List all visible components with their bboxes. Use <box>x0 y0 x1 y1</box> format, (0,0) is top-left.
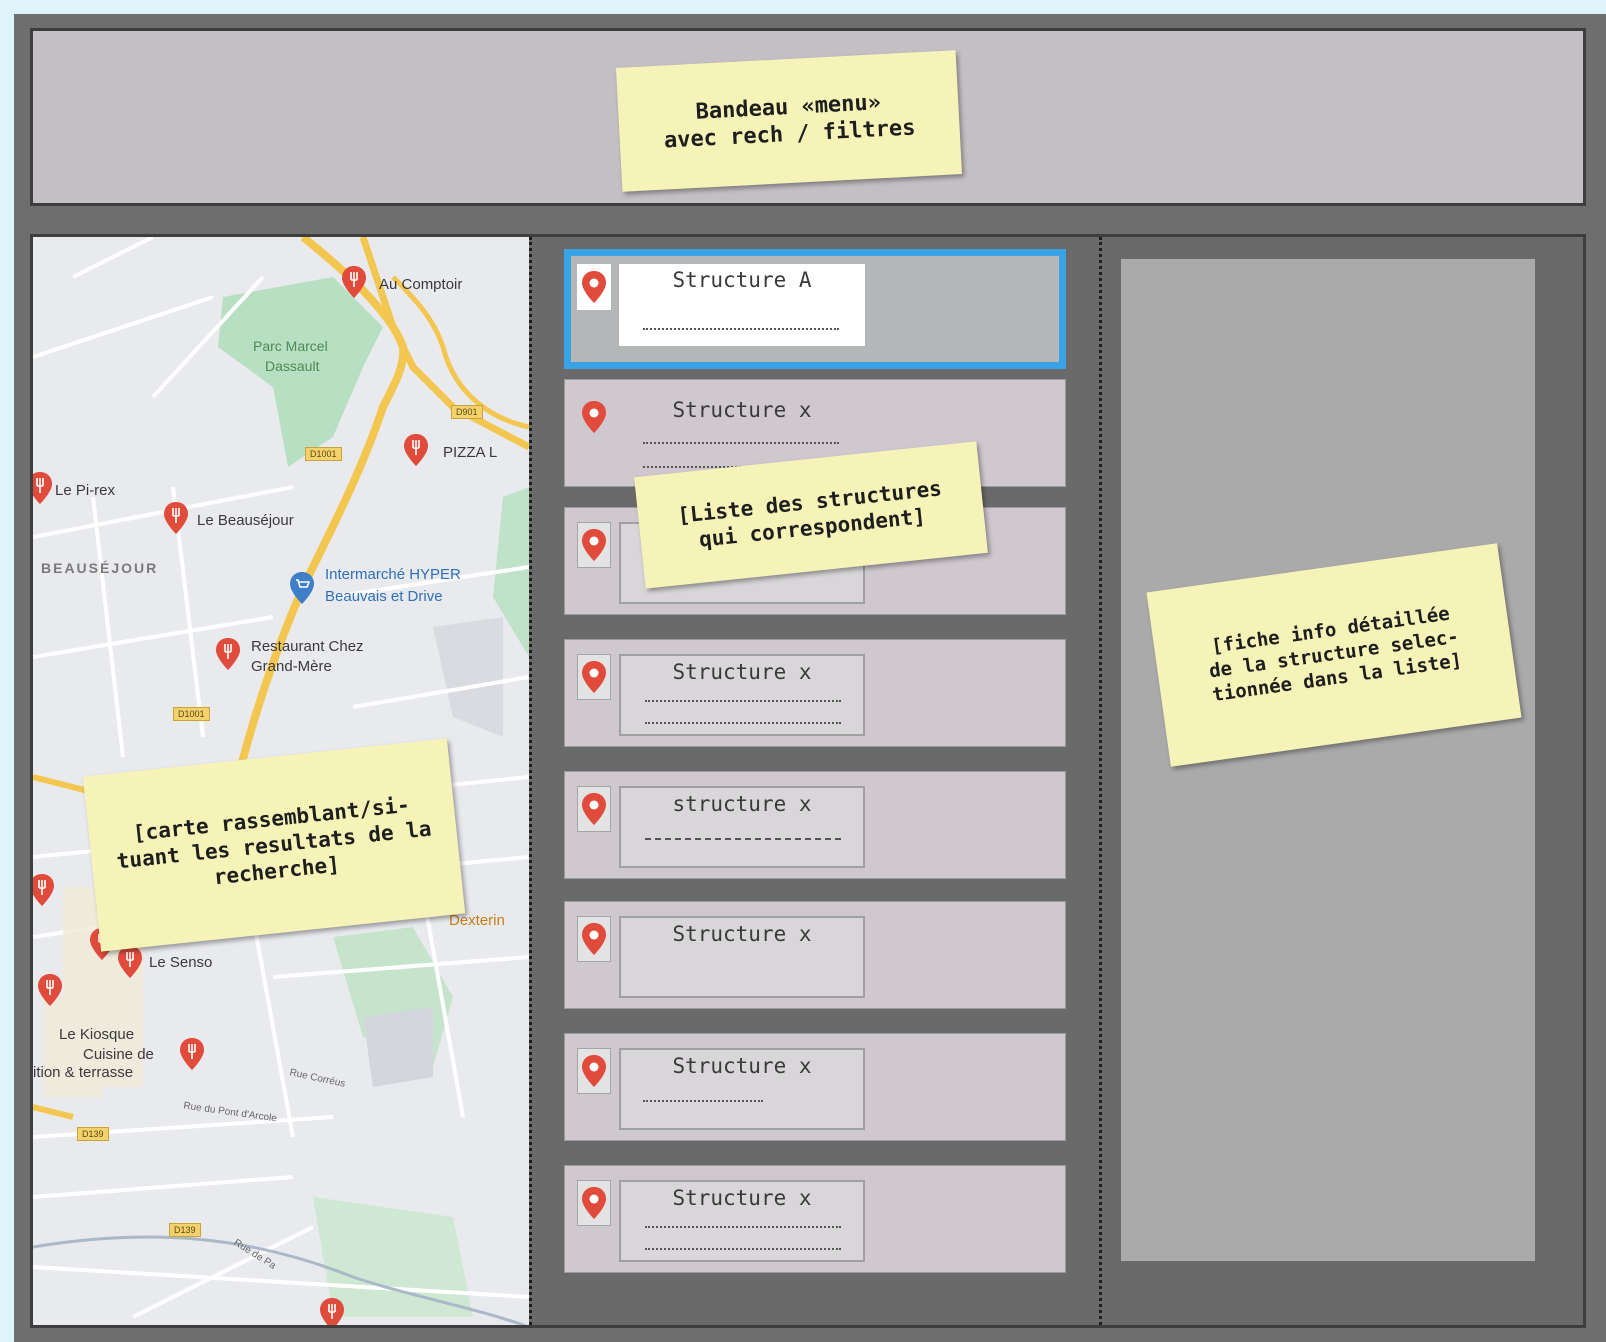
map-pin-icon <box>582 401 606 433</box>
block <box>363 1007 433 1087</box>
place-label: Cuisine de <box>83 1046 154 1063</box>
placeholder-line <box>643 328 839 330</box>
place-label: Dexterin <box>449 912 505 929</box>
restaurant-pin-icon[interactable] <box>33 873 55 907</box>
place-label: Grand-Mère <box>251 658 332 675</box>
item-card: Structure x <box>619 1048 865 1130</box>
major-road <box>359 237 529 451</box>
header-menu-bar[interactable]: Bandeau «menu» avec rech / filtres <box>30 28 1586 206</box>
item-title: Structure x <box>672 922 812 946</box>
park-label: Parc Marcel <box>253 338 328 354</box>
restaurant-pin-icon[interactable] <box>179 1037 205 1071</box>
district-label: BEAUSÉJOUR <box>41 560 159 576</box>
placeholder-line <box>645 1226 841 1228</box>
pin-box <box>577 786 611 832</box>
item-title: Structure x <box>672 398 812 422</box>
restaurant-pin-icon[interactable] <box>403 433 429 467</box>
restaurant-pin-icon[interactable] <box>37 973 63 1007</box>
detail-annotation-note: [fiche info détaillée de la structure se… <box>1146 543 1522 767</box>
restaurant-pin-icon[interactable] <box>215 637 241 671</box>
map-pin-icon <box>582 923 606 955</box>
road-number-badge: D139 <box>169 1223 201 1237</box>
store-label: Beauvais et Drive <box>325 588 443 605</box>
list-item[interactable]: Structure x <box>564 901 1066 1009</box>
place-label: ition & terrasse <box>33 1064 134 1081</box>
pin-box <box>577 654 611 700</box>
pin-box <box>577 522 611 568</box>
placeholder-line <box>643 442 839 444</box>
placeholder-line <box>645 838 841 840</box>
road-number-badge: D139 <box>77 1127 109 1141</box>
place-label: Le Beauséjour <box>197 512 294 529</box>
column-divider <box>1099 237 1102 1325</box>
place-label: Le Kiosque <box>59 1026 135 1043</box>
item-title: structure x <box>672 792 812 816</box>
block <box>433 617 503 737</box>
item-card: Structure x <box>619 654 865 736</box>
pin-box <box>577 1180 611 1226</box>
header-annotation-note: Bandeau «menu» avec rech / filtres <box>615 50 963 192</box>
map-pin-icon <box>582 793 606 825</box>
pin-box <box>577 1048 611 1094</box>
map-pin-icon <box>582 271 606 303</box>
store-label: Intermarché HYPER <box>325 566 461 583</box>
map-pin-icon <box>582 661 606 693</box>
placeholder-line <box>643 1100 763 1102</box>
item-card: Structure x <box>619 916 865 998</box>
park-label: Dassault <box>265 358 320 374</box>
road-number-badge: D901 <box>451 405 483 419</box>
place-label: Le Pi-rex <box>55 482 116 499</box>
map-pin-icon <box>582 1187 606 1219</box>
item-card: structure x <box>619 786 865 868</box>
map-pin-icon <box>582 529 606 561</box>
major-road <box>33 1104 74 1120</box>
list-item[interactable]: Structure x <box>564 1033 1066 1141</box>
item-title: Structure x <box>672 1186 812 1210</box>
placeholder-line <box>645 1248 841 1250</box>
detail-panel: [fiche info détaillée de la structure se… <box>1121 259 1535 1261</box>
road-number-badge: D1001 <box>173 707 210 721</box>
restaurant-pin-icon[interactable] <box>163 501 189 535</box>
main-area: Au Comptoir PIZZA L Le Pi-rex Le Beauséj… <box>30 234 1586 1328</box>
place-label: Restaurant Chez <box>251 638 364 655</box>
item-card: Structure A <box>619 264 865 346</box>
restaurant-pin-icon[interactable] <box>319 1297 345 1325</box>
column-divider <box>529 237 532 1325</box>
results-list[interactable]: Structure A Structure x Structure x stru… <box>539 237 1099 1325</box>
shopping-cart-pin-icon[interactable] <box>289 571 315 605</box>
item-title: Structure A <box>672 268 812 292</box>
list-item[interactable]: Structure x <box>564 1165 1066 1273</box>
results-map[interactable]: Au Comptoir PIZZA L Le Pi-rex Le Beauséj… <box>33 237 529 1325</box>
list-item[interactable]: structure x <box>564 771 1066 879</box>
pin-box <box>577 916 611 962</box>
item-title: Structure x <box>672 1054 812 1078</box>
map-pin-icon <box>582 1055 606 1087</box>
pin-box <box>577 394 611 440</box>
place-label: Au Comptoir <box>379 276 463 293</box>
restaurant-pin-icon[interactable] <box>117 945 143 979</box>
restaurant-pin-icon[interactable] <box>341 265 367 299</box>
placeholder-line <box>645 700 841 702</box>
place-label: Le Senso <box>149 954 213 971</box>
placeholder-line <box>645 722 841 724</box>
item-title: Structure x <box>672 660 812 684</box>
restaurant-pin-icon[interactable] <box>33 471 53 505</box>
road-number-badge: D1001 <box>305 447 342 461</box>
place-label: PIZZA L <box>443 444 498 461</box>
pin-box <box>577 264 611 310</box>
item-card: Structure x <box>619 1180 865 1262</box>
list-item-selected[interactable]: Structure A <box>564 249 1066 369</box>
list-item[interactable]: Structure x <box>564 639 1066 747</box>
